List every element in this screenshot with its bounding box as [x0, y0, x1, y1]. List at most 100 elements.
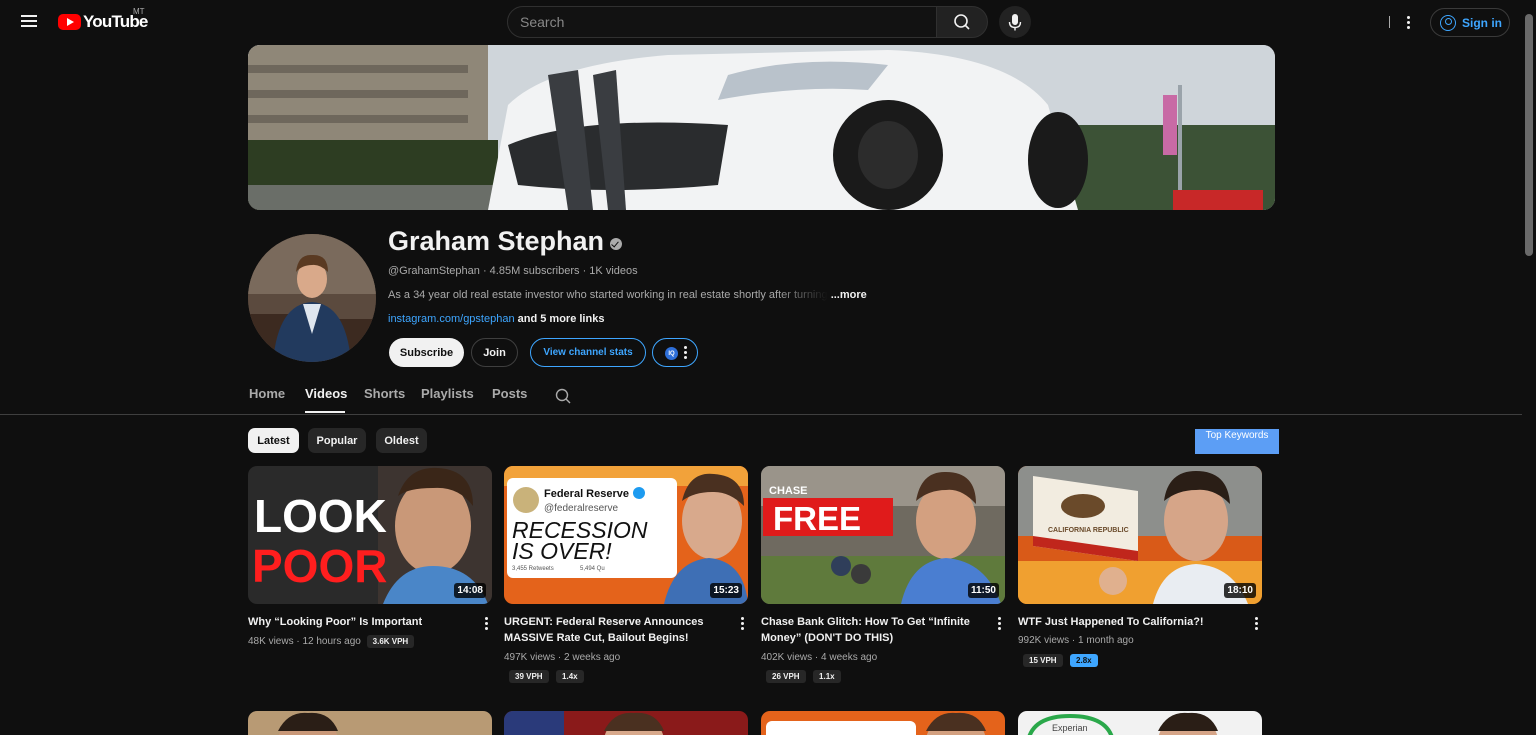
- thumb-text: 5,494 Qu: [580, 566, 605, 572]
- mic-icon: [1008, 14, 1022, 31]
- page-scrollbar[interactable]: [1522, 0, 1536, 735]
- join-button[interactable]: Join: [471, 338, 518, 367]
- video-thumbnail[interactable]: LOOK POOR 14:08: [248, 466, 492, 604]
- search-input[interactable]: [508, 7, 936, 37]
- video-title[interactable]: WTF Just Happened To California?!: [1018, 614, 1238, 630]
- video-meta: 48K views · 12 hours ago 3.6K VPH: [248, 635, 415, 648]
- tab-playlists[interactable]: Playlists: [421, 386, 474, 401]
- video-thumbnail[interactable]: [761, 711, 1005, 735]
- view-count: 48K views: [248, 636, 294, 647]
- tabs-divider: [0, 414, 1522, 415]
- ratio-badge: 2.8x: [1070, 654, 1098, 667]
- video-duration: 18:10: [1224, 583, 1256, 598]
- separator: [1389, 16, 1390, 28]
- extension-button[interactable]: IQ: [652, 338, 698, 367]
- view-count: 497K views: [504, 652, 556, 663]
- more-links-link[interactable]: and 5 more links: [515, 313, 605, 325]
- region-code: MT: [133, 7, 145, 16]
- vph-badge: 26 VPH: [766, 670, 806, 683]
- tab-shorts[interactable]: Shorts: [364, 386, 405, 401]
- thumbnail-image: Experian: [1018, 711, 1262, 735]
- channel-links: instagram.com/gpstephan and 5 more links: [388, 313, 604, 325]
- thumb-text: Experian: [1052, 723, 1088, 733]
- instagram-link[interactable]: instagram.com/gpstephan: [388, 313, 515, 325]
- channel-meta: @GrahamStephan · 4.85M subscribers · 1K …: [388, 265, 638, 277]
- thumb-text: Federal Reserve: [544, 488, 629, 500]
- banner-image: [248, 45, 1275, 210]
- youtube-logo[interactable]: YouTube MT: [58, 7, 148, 33]
- more-vert-icon[interactable]: [737, 617, 747, 631]
- video-thumbnail[interactable]: CHASE FREE 11:50: [761, 466, 1005, 604]
- sign-in-label: Sign in: [1462, 15, 1502, 30]
- thumb-text: LOOK: [254, 490, 387, 542]
- more-vert-icon[interactable]: [481, 617, 491, 631]
- top-keywords-button[interactable]: Top Keywords: [1195, 429, 1279, 454]
- thumbnail-image: [761, 711, 1005, 735]
- video-card: CHASE FREE 11:50 Chase Bank Glitch: How …: [761, 466, 1005, 684]
- search-icon: [555, 388, 571, 404]
- video-thumbnail[interactable]: Experian: [1018, 711, 1262, 735]
- video-title[interactable]: Chase Bank Glitch: How To Get “Infinite …: [761, 614, 981, 646]
- search-icon: [954, 14, 970, 30]
- vph-badge: 39 VPH: [509, 670, 549, 683]
- video-card: CALIFORNIA REPUBLIC 18:10 WTF Just Happe…: [1018, 466, 1262, 668]
- video-card: LOOK POOR 14:08 Why “Looking Poor” Is Im…: [248, 466, 492, 656]
- video-card: Federal Reserve @federalreserve RECESSIO…: [504, 466, 748, 683]
- verified-icon: [610, 238, 622, 250]
- more-vert-icon: [684, 346, 687, 361]
- view-count: 402K views: [761, 652, 813, 663]
- video-badges: 15 VPH 2.8x: [1020, 650, 1098, 668]
- video-meta: 497K views · 2 weeks ago: [504, 652, 621, 663]
- channel-name: Graham Stephan: [388, 226, 605, 256]
- search-button[interactable]: [936, 6, 988, 38]
- thumb-text: @federalreserve: [544, 503, 619, 514]
- ratio-badge: 1.1x: [813, 670, 841, 683]
- vph-badge: 3.6K VPH: [366, 635, 415, 648]
- scrollbar-thumb[interactable]: [1525, 14, 1533, 256]
- video-title[interactable]: Why “Looking Poor” Is Important: [248, 614, 468, 630]
- sign-in-button[interactable]: Sign in: [1430, 8, 1510, 37]
- tab-posts[interactable]: Posts: [492, 386, 527, 401]
- video-title[interactable]: URGENT: Federal Reserve Announces MASSIV…: [504, 614, 724, 646]
- youtube-logo-icon: [58, 14, 81, 30]
- thumb-text: FREE: [773, 500, 861, 537]
- filter-latest[interactable]: Latest: [248, 428, 299, 453]
- menu-icon[interactable]: [14, 6, 44, 36]
- video-badges: 26 VPH 1.1x: [763, 666, 841, 684]
- video-thumbnail[interactable]: Federal Reserve @federalreserve RECESSIO…: [504, 466, 748, 604]
- filter-popular[interactable]: Popular: [308, 428, 366, 453]
- video-thumbnail[interactable]: [504, 711, 748, 735]
- filter-oldest[interactable]: Oldest: [376, 428, 427, 453]
- video-duration: 14:08: [454, 583, 486, 598]
- more-vert-icon[interactable]: [1251, 617, 1261, 631]
- thumb-text: 3,455 Retweets: [512, 566, 554, 572]
- thumb-text: IS OVER!: [512, 538, 612, 564]
- masthead: YouTube MT Sign in: [0, 0, 1522, 44]
- description-more-link[interactable]: ...more: [831, 289, 867, 301]
- more-vert-icon[interactable]: [1396, 10, 1420, 34]
- vidiq-icon: IQ: [665, 347, 678, 360]
- video-meta: 992K views · 1 month ago: [1018, 635, 1134, 646]
- voice-search-button[interactable]: [999, 6, 1031, 38]
- video-duration: 15:23: [710, 583, 742, 598]
- tab-home[interactable]: Home: [249, 386, 285, 401]
- video-thumbnail[interactable]: CALIFORNIA REPUBLIC 18:10: [1018, 466, 1262, 604]
- upload-age: 12 hours ago: [302, 636, 361, 647]
- video-duration: 11:50: [967, 583, 999, 598]
- description-text: As a 34 year old real estate investor wh…: [388, 289, 828, 301]
- video-thumbnail[interactable]: [248, 711, 492, 735]
- upload-age: 2 weeks ago: [564, 652, 621, 663]
- thumbnail-image: [248, 711, 492, 735]
- user-circle-icon: [1440, 14, 1456, 31]
- avatar-image: [248, 234, 376, 362]
- tab-videos[interactable]: Videos: [305, 386, 347, 401]
- vph-badge: 15 VPH: [1023, 654, 1063, 667]
- channel-search-button[interactable]: [555, 388, 571, 404]
- more-vert-icon[interactable]: [994, 617, 1004, 631]
- view-channel-stats-button[interactable]: View channel stats: [530, 338, 646, 367]
- thumb-text: CALIFORNIA REPUBLIC: [1048, 527, 1129, 534]
- active-tab-indicator: [305, 411, 345, 413]
- subscribe-button[interactable]: Subscribe: [389, 338, 464, 367]
- thumb-text: CHASE: [769, 485, 808, 497]
- channel-description[interactable]: As a 34 year old real estate investor wh…: [388, 289, 888, 301]
